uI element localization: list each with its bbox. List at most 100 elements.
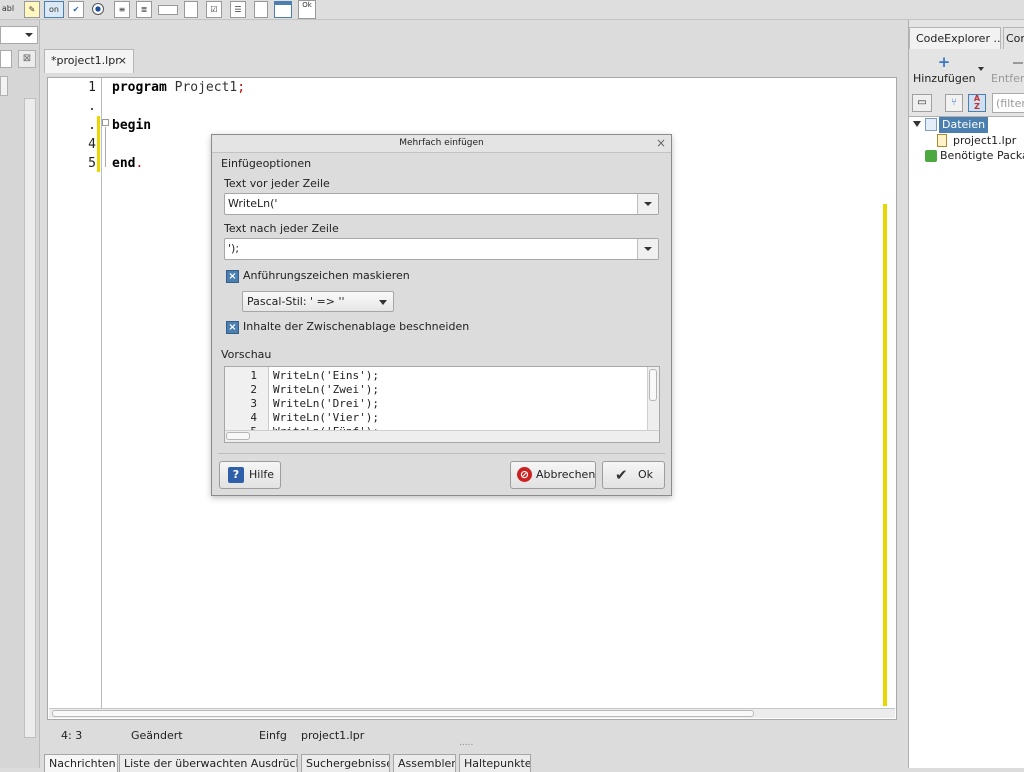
clear-filter-icon[interactable]: ⊠: [18, 50, 36, 68]
folder-icon[interactable]: ▭: [912, 94, 932, 112]
preview-line: 1 WriteLn('Eins');: [225, 368, 625, 383]
horizontal-scrollbar[interactable]: [49, 708, 895, 718]
properties-tab[interactable]: [0, 76, 8, 96]
escape-quotes-label: Anführungszeichen maskieren: [243, 269, 410, 282]
fold-icon[interactable]: [102, 119, 109, 126]
checkmark-icon: ✔: [615, 466, 628, 484]
minus-icon: [1013, 62, 1023, 64]
scrollbar-thumb[interactable]: [649, 369, 657, 401]
tframe-icon[interactable]: [274, 1, 292, 18]
plus-icon[interactable]: +: [937, 55, 951, 70]
tmemo-icon[interactable]: ≣: [136, 1, 152, 18]
after-text-combobox[interactable]: ');: [224, 238, 659, 260]
cancel-button-label: Abbrechen: [536, 468, 596, 481]
close-tab-icon[interactable]: ×: [118, 50, 127, 72]
escape-quotes-checkbox[interactable]: ×: [226, 270, 239, 283]
package-icon: [925, 150, 937, 162]
tree-item-project1[interactable]: project1.lpr: [953, 133, 1016, 149]
tlabel-icon[interactable]: abl: [0, 1, 16, 18]
filter-input[interactable]: (filter: [992, 93, 1024, 113]
dialog-titlebar[interactable]: Mehrfach einfügen ×: [212, 135, 671, 153]
code-token: program: [112, 80, 167, 95]
cancel-button[interactable]: ⊘ Abbrechen: [510, 461, 596, 489]
tedit-icon[interactable]: ✎: [24, 1, 40, 18]
code-token: .: [135, 156, 144, 171]
preview-hscrollbar[interactable]: [225, 430, 659, 442]
tab-codeexplorer[interactable]: CodeExplorer ...: [909, 27, 1001, 49]
code-token: begin: [112, 118, 152, 133]
preview-line-number: 4: [250, 411, 257, 424]
trim-clipboard-checkbox[interactable]: ×: [226, 321, 239, 334]
sort-alpha-icon[interactable]: AZ: [968, 94, 986, 112]
tchecklist-icon[interactable]: ☑: [206, 1, 222, 18]
ttogglebox-icon[interactable]: on: [44, 1, 64, 18]
preview-label: Vorschau: [221, 348, 272, 361]
inspector-scrollbar[interactable]: [24, 98, 36, 738]
chevron-down-icon: [25, 33, 33, 37]
tree-item-packages[interactable]: Benötigte Packa: [940, 148, 1024, 164]
code-line: program Project1;: [112, 80, 245, 95]
chevron-down-icon[interactable]: [637, 194, 658, 214]
code-token: ;: [237, 80, 246, 95]
chevron-down-icon[interactable]: [637, 239, 658, 259]
line-number: 5: [88, 156, 96, 171]
line-number-gutter: 1 . . 4 5: [48, 78, 102, 708]
quote-style-value: Pascal-Stil: ' => '': [247, 295, 345, 308]
tab-breakpoints[interactable]: Haltepunkte: [459, 754, 531, 772]
insert-mode-status: Einfg: [259, 729, 287, 742]
component-palette: abl ✎ on ✔ ≡ ≣ ☑ ☰ Ok: [0, 0, 1024, 20]
help-button[interactable]: ? Hilfe: [219, 461, 281, 489]
tpanel-icon[interactable]: [254, 1, 268, 18]
close-icon[interactable]: ×: [656, 136, 666, 150]
tab-assembler[interactable]: Assembler: [393, 754, 456, 772]
tlist-icon[interactable]: ☰: [230, 1, 246, 18]
after-text-label: Text nach jeder Zeile: [224, 222, 339, 235]
cancel-icon: ⊘: [517, 467, 532, 482]
expand-icon[interactable]: [913, 121, 921, 127]
tactionlist-icon[interactable]: Ok: [298, 0, 316, 19]
tradiobutton-icon[interactable]: [90, 1, 106, 18]
preview-line-code: WriteLn('Zwei');: [273, 383, 379, 396]
splitter-grip[interactable]: .....: [459, 738, 473, 748]
scrollbar-thumb[interactable]: [52, 710, 754, 717]
code-line: begin: [112, 118, 151, 133]
add-button[interactable]: Hinzufügen: [913, 72, 976, 85]
tcheckbox-icon[interactable]: ✔: [68, 1, 84, 18]
preview-line-number: 1: [250, 369, 257, 382]
preview-vscrollbar[interactable]: [647, 367, 659, 430]
preview-line-number: 3: [250, 397, 257, 410]
component-filter-input[interactable]: [0, 50, 12, 68]
project-tree[interactable]: [909, 116, 1024, 768]
preview-line: 3 WriteLn('Drei');: [225, 396, 625, 411]
tree-item-dateien[interactable]: Dateien: [939, 117, 989, 133]
preview-line-number: 2: [250, 383, 257, 396]
tree-view-icon[interactable]: ⑂: [945, 94, 963, 112]
before-text-combobox[interactable]: WriteLn(': [224, 193, 659, 215]
preview-box[interactable]: 1 WriteLn('Eins'); 2 WriteLn('Zwei'); 3 Wri…: [224, 366, 660, 443]
before-text-value: WriteLn(': [228, 197, 278, 210]
tpage-icon[interactable]: [184, 1, 198, 18]
ok-button[interactable]: ✔ Ok: [602, 461, 665, 489]
help-button-label: Hilfe: [249, 468, 275, 481]
help-icon: ?: [228, 467, 244, 483]
preview-line-code: WriteLn('Drei');: [273, 397, 379, 410]
tab-watches[interactable]: Liste der überwachten Ausdrücke: [119, 754, 298, 772]
tab-project1-lpr[interactable]: *project1.lpr ×: [44, 49, 134, 73]
remove-button[interactable]: Entfer: [991, 72, 1024, 85]
tlistbox-icon[interactable]: ≡: [114, 1, 130, 18]
dialog-title: Mehrfach einfügen: [399, 138, 484, 148]
object-selector-dropdown[interactable]: [0, 26, 38, 44]
line-number: 4: [88, 137, 96, 152]
tab-second[interactable]: Cor: [1003, 27, 1024, 49]
tab-messages[interactable]: Nachrichten: [44, 754, 118, 772]
code-token: Project1: [166, 80, 238, 95]
trim-clipboard-label: Inhalte der Zwischenablage beschneiden: [243, 320, 470, 333]
tab-search-results[interactable]: Suchergebnisse: [301, 754, 390, 772]
ok-button-label: Ok: [638, 468, 654, 481]
right-dock-panel: CodeExplorer ... Cor + Hinzufügen Entfer…: [908, 20, 1024, 768]
quote-style-select[interactable]: Pascal-Stil: ' => '': [242, 291, 394, 312]
tscrollbar-icon[interactable]: [158, 5, 178, 15]
scrollbar-thumb[interactable]: [226, 432, 250, 440]
chevron-down-icon[interactable]: [978, 67, 984, 71]
preview-line: 4 WriteLn('Vier');: [225, 410, 625, 425]
